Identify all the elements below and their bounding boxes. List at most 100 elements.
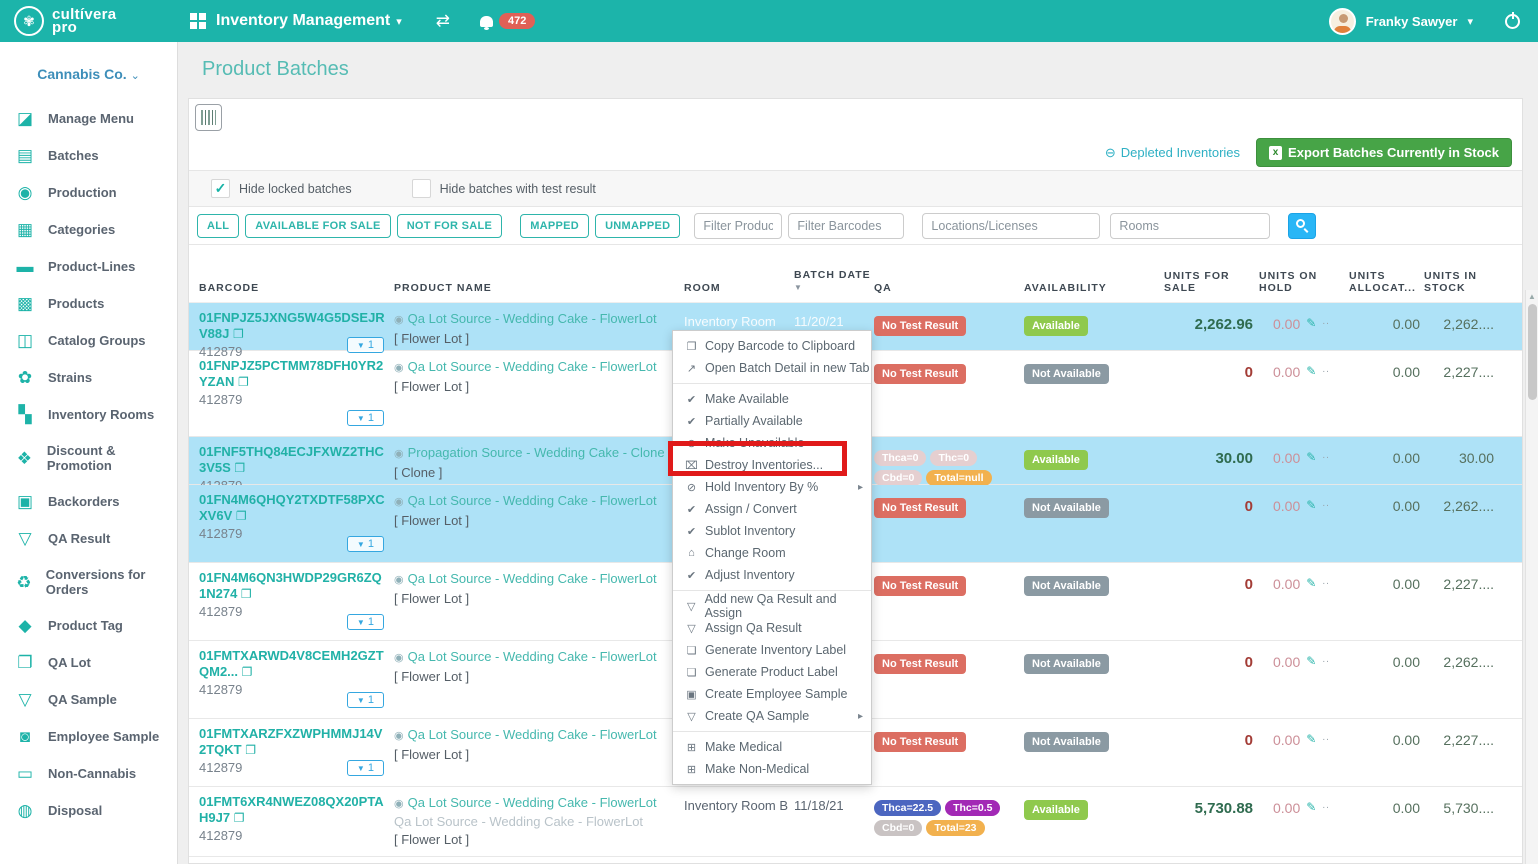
column-header-units-allocat-[interactable]: UNITS ALLOCAT... [1349,270,1424,294]
menu-item-add-new-qa-result-and-assign[interactable]: ▽ Add new Qa Result and Assign [673,592,871,620]
filter-chip-mapped[interactable]: MAPPED [520,213,590,238]
eye-icon[interactable]: ◉ [394,798,404,810]
table-row[interactable]: 01FMT6XR4NWEZ08QX20PTAH9J7 ❐ 412879 ◉ Qa Lo… [189,787,1522,857]
menu-item-destroy-inventories[interactable]: ⌧ Destroy Inventories... [673,454,871,476]
sort-desc-icon[interactable]: ▼ [794,283,803,292]
user-chevron-down-icon[interactable]: ▾ [1467,15,1473,28]
product-name[interactable]: ◉ Qa Lot Source - Wedding Cake - FlowerLo… [394,492,674,511]
eye-icon[interactable]: ◉ [394,496,404,508]
sidebar-item-strains[interactable]: ✿ Strains [0,359,177,396]
filter-chip-unmapped[interactable]: UNMAPPED [595,213,681,238]
menu-item-generate-product-label[interactable]: ❏ Generate Product Label [673,661,871,683]
product-name[interactable]: ◉ Qa Lot Source - Wedding Cake - FlowerLo… [394,358,674,377]
column-header-batch-date[interactable]: BATCH DATE ▼ [794,269,874,294]
edit-pencil-icon[interactable]: ✎ [1306,450,1316,464]
menu-item-make-available[interactable]: ✔ Make Available [673,388,871,410]
module-switcher[interactable]: Inventory Management ▾ [190,12,402,30]
menu-item-make-unavailable[interactable]: ⊘ Make Unavailable [673,432,871,454]
column-header-room[interactable]: ROOM [684,282,794,294]
menu-item-change-room[interactable]: ⌂ Change Room [673,542,871,564]
filter-chip-all[interactable]: ALL [197,213,240,238]
sidebar-item-catalog-groups[interactable]: ◫ Catalog Groups [0,322,177,359]
product-name[interactable]: ◉ Qa Lot Source - Wedding Cake - FlowerLo… [394,648,674,667]
more-options-icon[interactable]: .. [1322,316,1330,327]
barcode-value[interactable]: 01FNF5THQ84ECJFXWZ2THC3V5S ❐ [199,444,386,476]
sidebar-item-production[interactable]: ◉ Production [0,174,177,211]
barcode-value[interactable]: 01FN4M6QHQY2TXDTF58PXCXV6V ❐ [199,492,386,524]
barcode-value[interactable]: 01FMTXARZFXZWPHMMJ14V2TQKT ❐ [199,726,386,758]
barcode-scan-button[interactable] [195,104,222,131]
logout-power-icon[interactable] [1505,11,1520,29]
sidebar-item-qa-sample[interactable]: ▽ QA Sample [0,681,177,718]
rooms-input[interactable] [1110,212,1271,239]
sidebar-item-products[interactable]: ▩ Products [0,285,177,322]
menu-item-make-medical[interactable]: ⊞ Make Medical [673,736,871,758]
column-header-qa[interactable]: QA [874,282,1024,294]
sidebar-item-categories[interactable]: ▦ Categories [0,211,177,248]
menu-item-generate-inventory-label[interactable]: ❏ Generate Inventory Label [673,639,871,661]
locations-licenses-input[interactable] [922,212,1101,239]
barcode-value[interactable]: 01FMTXARWD4V8CEMH2GZTQM2... ❐ [199,648,386,680]
sidebar-item-discount-promotion[interactable]: ❖ Discount & Promotion [0,433,177,483]
menu-item-sublot-inventory[interactable]: ✔ Sublot Inventory [673,520,871,542]
copy-icon[interactable]: ❐ [238,375,249,389]
qa-sample-count-badge[interactable]: ▼ 1 [346,536,384,552]
more-options-icon[interactable]: .. [1322,576,1330,587]
edit-pencil-icon[interactable]: ✎ [1306,576,1316,590]
more-options-icon[interactable]: .. [1322,654,1330,665]
column-header-units-on-hold[interactable]: UNITS ON HOLD [1259,270,1349,294]
copy-icon[interactable]: ❐ [241,587,252,601]
swap-icon[interactable]: ⇄ [436,11,450,31]
more-options-icon[interactable]: .. [1322,732,1330,743]
sidebar-item-conversions-for-orders[interactable]: ♻ Conversions for Orders [0,557,177,607]
avatar[interactable] [1328,7,1356,35]
menu-item-open-batch-detail-in-new-tab[interactable]: ↗ Open Batch Detail in new Tab [673,357,871,379]
sidebar-item-inventory-rooms[interactable]: ▚ Inventory Rooms [0,396,177,433]
sidebar-item-manage-menu[interactable]: ◪ Manage Menu [0,100,177,137]
copy-icon[interactable]: ❐ [236,509,247,523]
filter-chip-available-for-sale[interactable]: AVAILABLE FOR SALE [245,213,391,238]
copy-icon[interactable]: ❐ [242,665,253,679]
filter-chip-not-for-sale[interactable]: NOT FOR SALE [396,213,503,238]
eye-icon[interactable]: ◉ [394,362,404,374]
depleted-inventories-link[interactable]: ⊖ Depleted Inventories [1105,145,1240,161]
sidebar-item-product-lines[interactable]: ▬ Product-Lines [0,248,177,285]
more-options-icon[interactable]: .. [1322,364,1330,375]
menu-item-assign-convert[interactable]: ✔ Assign / Convert [673,498,871,520]
eye-icon[interactable]: ◉ [394,574,404,586]
qa-sample-count-badge[interactable]: ▼ 1 [346,614,384,630]
hide-locked-batches-checkbox[interactable]: ✓ [211,179,230,198]
menu-item-hold-inventory-by[interactable]: ⊘ Hold Inventory By % ▸ [673,476,871,498]
copy-icon[interactable]: ❐ [233,327,244,341]
menu-item-assign-qa-result[interactable]: ▽ Assign Qa Result [673,617,871,639]
brand-logo[interactable]: ✾ cultívera pro [0,6,178,36]
barcode-value[interactable]: 01FNPJZ5PCTMM78DFH0YR2YZAN ❐ [199,358,386,390]
hide-batches-with-test-result-checkbox[interactable] [411,179,431,198]
product-name[interactable]: ◉ Qa Lot Source - Wedding Cake - FlowerLo… [394,310,674,329]
product-name[interactable]: ◉ Propagation Source - Wedding Cake - Clo… [394,444,674,463]
notifications[interactable]: 472 [480,13,536,30]
barcode-value[interactable]: 01FN4M6QN3HWDP29GR6ZQ1N274 ❐ [199,570,386,602]
more-options-icon[interactable]: .. [1322,498,1330,509]
filter-products-input[interactable] [694,212,783,239]
column-header-units-for-sale[interactable]: UNITS FOR SALE [1164,270,1259,294]
sidebar-item-product-tag[interactable]: ◆ Product Tag [0,607,177,644]
more-options-icon[interactable]: .. [1322,450,1330,461]
qa-sample-count-badge[interactable]: ▼ 1 [346,692,384,708]
menu-item-create-employee-sample[interactable]: ▣ Create Employee Sample [673,683,871,705]
sidebar-item-qa-lot[interactable]: ❐ QA Lot [0,644,177,681]
vertical-scrollbar[interactable]: ▲ [1525,290,1538,864]
company-selector[interactable]: Cannabis Co. ⌄ [0,42,177,100]
edit-pencil-icon[interactable]: ✎ [1306,654,1316,668]
qa-sample-count-badge[interactable]: ▼ 1 [346,410,384,426]
column-header-units-in-stock[interactable]: UNITS IN STOCK [1424,270,1496,294]
edit-pencil-icon[interactable]: ✎ [1306,498,1316,512]
scrollbar-thumb[interactable] [1528,304,1537,400]
barcode-value[interactable]: 01FMT6XR4NWEZ08QX20PTAH9J7 ❐ [199,794,386,826]
column-header-availability[interactable]: AVAILABILITY [1024,282,1164,294]
edit-pencil-icon[interactable]: ✎ [1306,800,1316,814]
edit-pencil-icon[interactable]: ✎ [1306,316,1316,330]
filter-barcodes-input[interactable] [788,212,905,239]
eye-icon[interactable]: ◉ [394,652,404,664]
copy-icon[interactable]: ❐ [234,461,245,475]
